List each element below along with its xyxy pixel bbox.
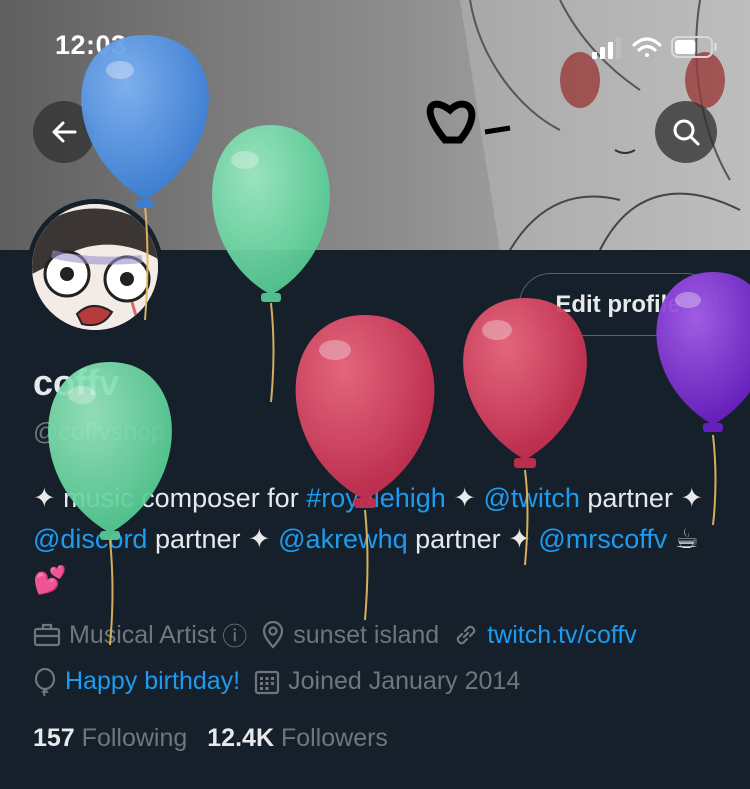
birthday-label[interactable]: Happy birthday! bbox=[65, 667, 240, 696]
following-count: 157 bbox=[33, 724, 75, 752]
display-name: coffv bbox=[33, 362, 120, 403]
link-icon bbox=[456, 625, 476, 645]
edit-profile-button[interactable]: Edit profile bbox=[519, 273, 717, 336]
following-link[interactable]: 157 Following bbox=[33, 724, 187, 753]
back-button[interactable] bbox=[33, 101, 95, 163]
location-item: sunset island bbox=[261, 621, 439, 650]
profile-bio: ✦ music composer for #royalehigh ✦ @twit… bbox=[33, 478, 723, 601]
birthday-item: Happy birthday! bbox=[33, 667, 240, 696]
balloon-icon bbox=[34, 667, 56, 696]
mention-link-mrscoffv[interactable]: @mrscoffv bbox=[538, 524, 667, 554]
back-arrow-icon bbox=[52, 121, 77, 143]
profile-meta-row: Musical Artist ⓘ sunset island twitch.tv… bbox=[33, 617, 651, 653]
bio-text: ✦ bbox=[445, 483, 484, 513]
mention-link-twitch[interactable]: @twitch bbox=[483, 483, 579, 513]
status-time: 12:03 bbox=[55, 30, 127, 60]
user-handle: @coffvshop bbox=[33, 418, 165, 446]
mention-link-discord[interactable]: @discord bbox=[33, 524, 147, 554]
search-button[interactable] bbox=[655, 101, 717, 163]
calendar-icon bbox=[255, 670, 280, 694]
joined-item: Joined January 2014 bbox=[254, 667, 520, 696]
bio-text: partner ✦ bbox=[147, 524, 279, 554]
mention-link-akrewhq[interactable]: @akrewhq bbox=[278, 524, 407, 554]
battery-icon bbox=[671, 36, 717, 58]
avatar-artwork bbox=[32, 204, 158, 330]
profile-meta-row: Happy birthday! Joined January 2014 bbox=[33, 667, 534, 696]
bio-text: partner ✦ bbox=[579, 483, 704, 513]
category-item: Musical Artist ⓘ bbox=[33, 617, 247, 653]
avatar[interactable] bbox=[27, 199, 163, 335]
status-bar: 12:03 bbox=[0, 0, 750, 90]
website-link[interactable]: twitch.tv/coffv bbox=[487, 621, 637, 650]
search-icon bbox=[673, 119, 700, 146]
wifi-icon bbox=[632, 37, 662, 57]
follow-stats: 157 Following 12.4K Followers bbox=[33, 724, 408, 753]
location-label: sunset island bbox=[293, 620, 440, 649]
hashtag-link-royalehigh[interactable]: #royalehigh bbox=[306, 483, 446, 513]
location-pin-icon bbox=[263, 621, 284, 649]
website-item[interactable]: twitch.tv/coffv bbox=[453, 621, 637, 650]
joined-label: Joined January 2014 bbox=[288, 667, 521, 695]
signal-icon bbox=[592, 37, 621, 59]
category-label: Musical Artist bbox=[69, 620, 217, 649]
following-label: Following bbox=[81, 724, 188, 752]
status-icons bbox=[592, 36, 717, 59]
followers-link[interactable]: 12.4K Followers bbox=[207, 724, 388, 753]
info-icon[interactable]: ⓘ bbox=[222, 617, 247, 653]
briefcase-icon bbox=[33, 623, 61, 647]
bio-text: partner ✦ bbox=[407, 524, 539, 554]
followers-count: 12.4K bbox=[207, 724, 274, 752]
bio-text: ✦ music composer for bbox=[33, 483, 307, 513]
followers-label: Followers bbox=[280, 724, 388, 752]
